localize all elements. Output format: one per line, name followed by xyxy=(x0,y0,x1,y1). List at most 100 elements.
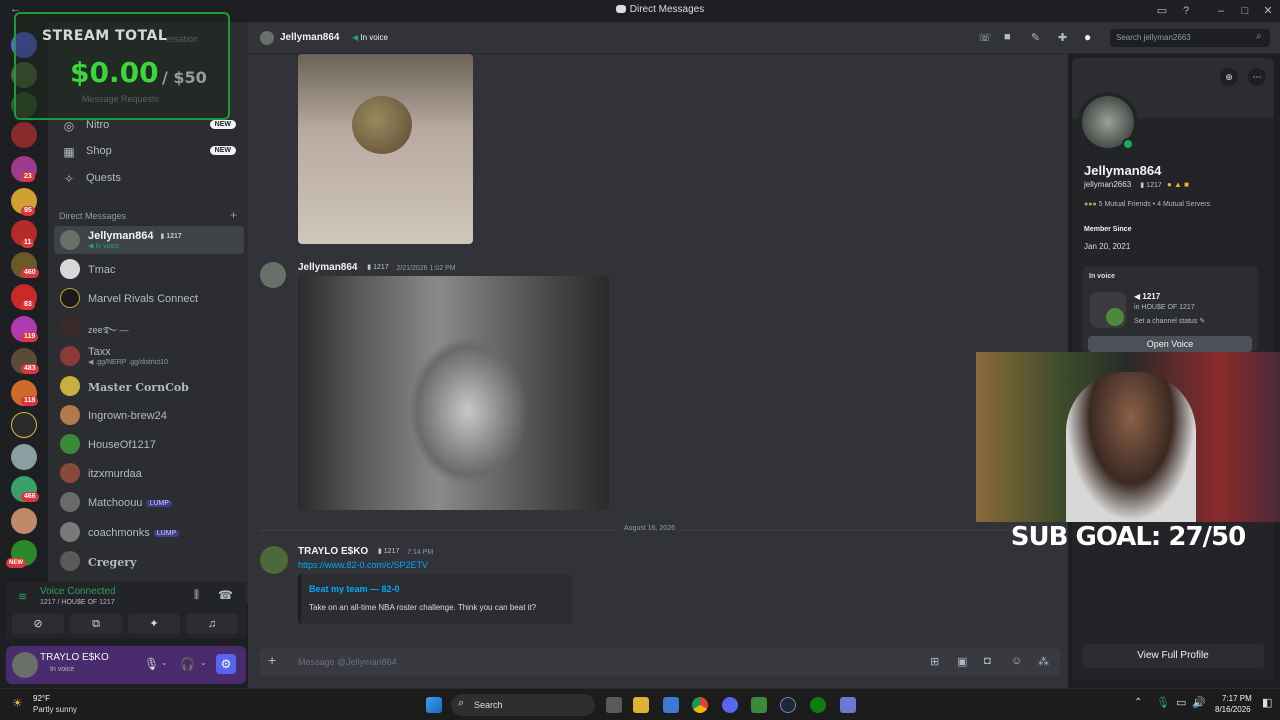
help-icon[interactable]: ? xyxy=(1177,2,1195,20)
microphone-icon[interactable]: 🎙 xyxy=(1156,696,1170,709)
app-icon[interactable] xyxy=(751,697,767,713)
sticker-icon[interactable]: ◘ xyxy=(984,655,991,667)
more-options-icon[interactable]: ⋯ xyxy=(1248,68,1266,86)
image-attachment[interactable] xyxy=(298,276,609,510)
notification-icon[interactable]: ◧ xyxy=(1262,696,1272,709)
image-attachment[interactable] xyxy=(298,54,473,244)
dm-status: ◀ In voice xyxy=(88,243,120,250)
volume-icon[interactable]: 🔊 xyxy=(1192,696,1206,709)
weather-temp[interactable]: 92°F xyxy=(33,694,50,703)
dm-item[interactable]: Jellyman864 ▮ 1217 ◀ In voice xyxy=(54,226,244,254)
start-icon[interactable] xyxy=(426,697,442,713)
dm-item[interactable]: Taxx ◀ .gg/NERP .gg/district10 xyxy=(54,342,244,370)
server-icon[interactable] xyxy=(11,412,37,438)
message-link[interactable]: https://www.82-0.com/c/SP2ETV xyxy=(298,560,428,570)
chevron-down-icon[interactable]: ⌄ xyxy=(200,658,207,667)
dm-item[interactable]: Matchoouu LUMP xyxy=(54,488,244,516)
task-view-icon[interactable] xyxy=(606,697,622,713)
dm-name: coachmonks LUMP xyxy=(88,527,180,539)
dm-name: HouseOf1217 xyxy=(88,439,156,451)
dm-item[interactable]: Tmac xyxy=(54,255,244,283)
avatar xyxy=(260,31,274,45)
open-voice-button[interactable]: Open Voice xyxy=(1088,336,1252,352)
gift-icon[interactable]: ⊞ xyxy=(930,655,939,668)
video-icon[interactable]: ■ xyxy=(1004,31,1011,43)
gear-icon[interactable]: ⚙ xyxy=(216,654,236,674)
view-full-profile-button[interactable]: View Full Profile xyxy=(1082,644,1264,668)
minimize-button[interactable]: – xyxy=(1212,2,1230,20)
avatar[interactable] xyxy=(260,546,288,574)
search-input[interactable]: Search jellyman2663 ⌕ xyxy=(1110,29,1270,47)
gif-icon[interactable]: ▣ xyxy=(957,655,967,668)
call-icon[interactable]: ☏ xyxy=(978,31,992,44)
pencil-icon: ✎ xyxy=(1199,318,1206,325)
disconnect-icon[interactable]: ☎ xyxy=(218,588,233,602)
apps-icon[interactable]: ⁂ xyxy=(1038,655,1049,668)
server-icon[interactable] xyxy=(11,122,37,148)
noise-suppression-icon[interactable]: ⫼ xyxy=(194,589,199,602)
chevron-down-icon[interactable]: ⌄ xyxy=(161,658,168,667)
in-voice-label: In voice xyxy=(1089,273,1116,280)
avatar[interactable] xyxy=(12,652,38,678)
server-icon[interactable] xyxy=(11,444,37,470)
search-icon: ⌕ xyxy=(458,697,465,709)
dm-item[interactable]: HouseOf1217 xyxy=(54,430,244,458)
nav-quests[interactable]: ✧ Quests xyxy=(54,167,244,191)
mutuals[interactable]: ●●● 5 Mutual Friends • 4 Mutual Servers xyxy=(1084,201,1210,208)
photo-figure xyxy=(408,336,528,486)
xbox-icon[interactable] xyxy=(810,697,826,713)
nav-shop[interactable]: ▦ Shop NEW xyxy=(54,140,244,164)
coin-image xyxy=(352,96,412,154)
channel-status[interactable]: Set a channel status ✎ xyxy=(1134,317,1205,325)
voice-channel-name: ◀ 1217 xyxy=(1134,292,1161,301)
behind-text: ersation xyxy=(166,34,199,44)
add-friend-icon[interactable]: ✚ xyxy=(1058,31,1067,44)
discord-icon[interactable] xyxy=(722,697,738,713)
dm-item[interactable]: Master CornCob xyxy=(54,372,244,400)
attach-icon[interactable]: + xyxy=(268,652,276,668)
clock-time[interactable]: 7:17 PM xyxy=(1222,694,1252,703)
maximize-button[interactable]: □ xyxy=(1236,2,1254,20)
taskbar-search[interactable]: ⌕ Search xyxy=(451,694,595,716)
mention-badge: 466 xyxy=(21,492,39,502)
pin-icon[interactable]: ✎ xyxy=(1031,31,1040,44)
clock-date[interactable]: 8/16/2026 xyxy=(1215,705,1251,714)
steam-icon[interactable] xyxy=(780,697,796,713)
headphones-icon[interactable]: 🎧 xyxy=(180,657,195,671)
message-author[interactable]: TRAYLO E$KO ▮ 1217 7:14 PM xyxy=(298,546,433,557)
chrome-icon[interactable] xyxy=(692,697,708,713)
dm-name: Taxx xyxy=(88,346,111,358)
header-name[interactable]: Jellyman864 xyxy=(280,32,340,43)
app-icon[interactable] xyxy=(840,697,856,713)
inbox-icon[interactable]: ▭ xyxy=(1153,2,1171,20)
dm-item[interactable]: Ingrown-brew24 xyxy=(54,401,244,429)
store-icon[interactable] xyxy=(663,697,679,713)
camera-off-button[interactable]: ⊘ xyxy=(12,614,64,634)
microphone-icon[interactable]: 🎙 xyxy=(144,657,159,671)
shop-icon: ▦ xyxy=(63,145,75,159)
dm-item[interactable]: itzxmurdaa xyxy=(54,459,244,487)
voice-channel[interactable]: 1217 / HOU$E OF 1217 xyxy=(40,599,115,606)
dm-item[interactable]: Cregery xyxy=(54,547,244,575)
embed-title[interactable]: Beat my team — 82-0 xyxy=(309,584,400,594)
close-button[interactable]: ✕ xyxy=(1259,2,1277,20)
message-input[interactable]: + Message @Jellyman864 ⊞ ▣ ◘ ☺ ⁂ xyxy=(260,648,1060,676)
chevron-up-icon[interactable]: ⌃ xyxy=(1134,697,1142,708)
dm-item[interactable]: Marvel Rivals Connect xyxy=(54,284,244,312)
soundboard-button[interactable]: ♫ xyxy=(186,614,238,634)
dm-item[interactable]: coachmonks LUMP xyxy=(54,518,244,546)
emoji-icon[interactable]: ☺ xyxy=(1011,655,1022,667)
activities-button[interactable]: ✦ xyxy=(128,614,180,634)
mutual-avatars-icon: ●●● xyxy=(1084,201,1097,208)
add-dm-button[interactable]: + xyxy=(230,208,237,222)
network-icon[interactable]: ▭ xyxy=(1176,696,1186,709)
message-author[interactable]: Jellyman864 ▮ 1217 2/21/2026 1:02 PM xyxy=(298,262,456,273)
server-icon[interactable] xyxy=(11,508,37,534)
screenshare-button[interactable]: ⧉ xyxy=(70,614,122,634)
mention-badge: 460 xyxy=(21,268,39,278)
file-explorer-icon[interactable] xyxy=(633,697,649,713)
avatar[interactable] xyxy=(260,262,286,288)
user-profile-icon[interactable]: ● xyxy=(1084,30,1091,44)
dm-item[interactable]: zee࿐ — xyxy=(54,313,244,341)
add-friend-icon[interactable]: ⊕ xyxy=(1220,68,1238,86)
